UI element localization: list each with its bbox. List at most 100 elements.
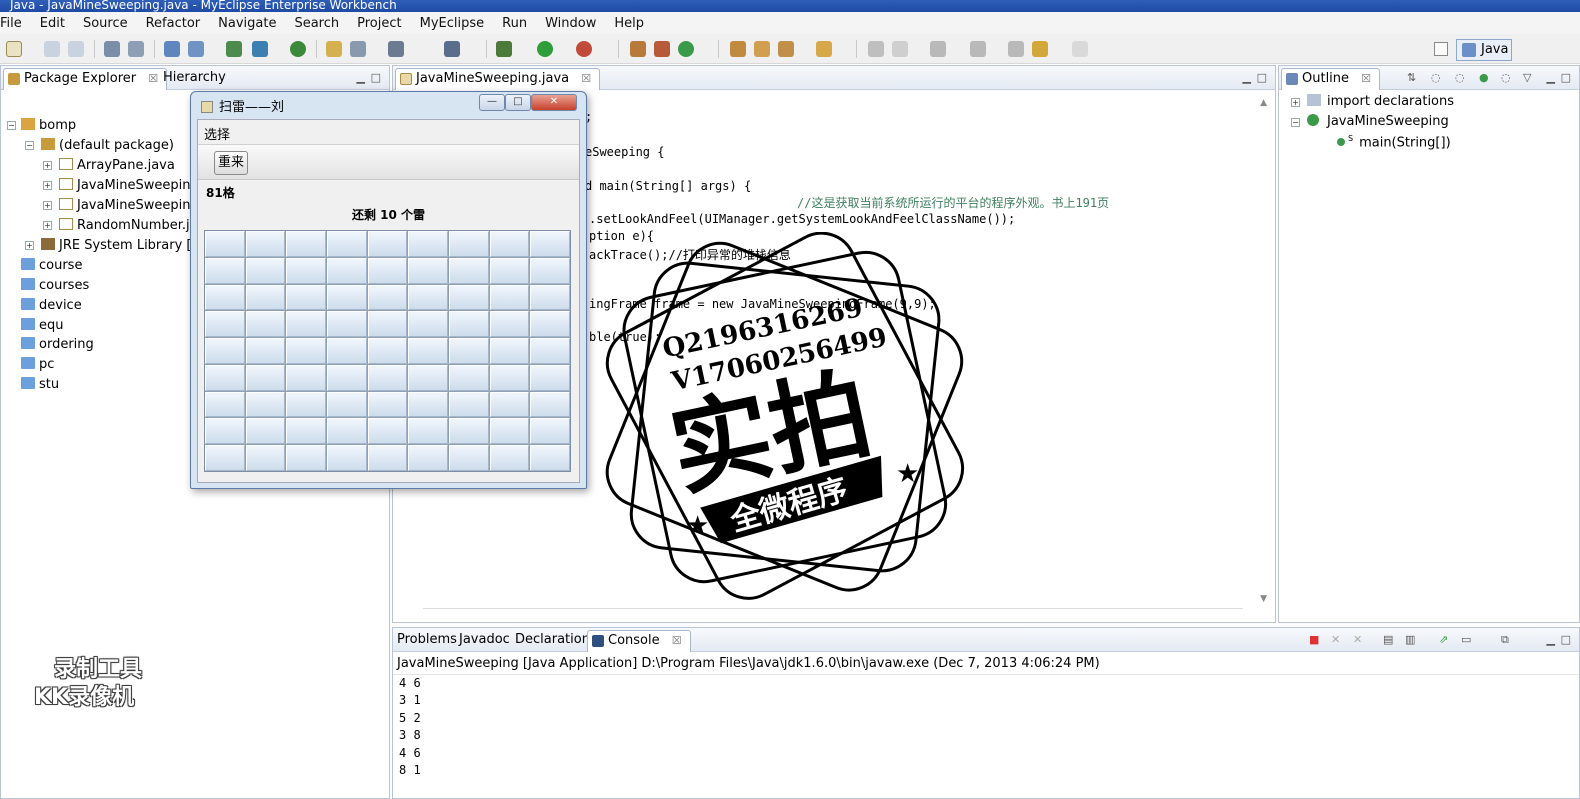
mine-cell[interactable] [367,445,408,471]
mine-cell[interactable] [245,418,286,445]
mine-cell[interactable] [245,284,286,311]
editor-horizontal-scrollbar[interactable] [423,608,1243,618]
mine-cell[interactable] [449,364,489,391]
pin-console-icon[interactable]: ⇗ [1439,633,1448,646]
mine-cell[interactable] [367,418,408,445]
tree-project-pc[interactable]: pc [21,357,54,373]
mine-cell[interactable] [408,445,448,471]
back-icon[interactable] [1032,41,1048,57]
mine-cell[interactable] [327,338,367,364]
mine-cell[interactable] [489,338,530,364]
mine-cell[interactable] [530,445,570,471]
mine-cell[interactable] [367,284,408,311]
mine-cell[interactable] [367,391,408,418]
tree-project-course[interactable]: course [21,258,82,274]
menu-refactor[interactable]: Refactor [137,16,210,31]
java-perspective-button[interactable]: Java [1456,39,1512,61]
mine-cell[interactable] [286,391,326,418]
mine-cell[interactable] [205,311,245,338]
forward-icon[interactable] [1072,41,1088,57]
mine-cell[interactable] [530,231,570,257]
mine-cell[interactable] [408,364,448,391]
mine-cell[interactable] [408,391,448,418]
sort-icon[interactable]: ⇅ [1407,71,1416,84]
refresh-icon[interactable] [350,41,366,57]
open-task-icon[interactable] [754,41,770,57]
mine-cell[interactable] [530,364,570,391]
scroll-up-icon[interactable]: ▲ [1260,98,1267,108]
mine-cell[interactable] [327,445,367,471]
new-icon[interactable] [6,41,22,57]
mine-cell[interactable] [408,338,448,364]
close-icon[interactable]: ☒ [581,72,591,85]
mine-cell[interactable] [367,231,408,257]
search-icon[interactable] [778,41,794,57]
maximize-icon[interactable]: □ [1561,633,1571,646]
minesweeper-title-bar[interactable]: 扫雷——刘 [201,96,284,115]
tree-project-courses[interactable]: courses [21,278,89,294]
last-edit-icon[interactable] [1008,41,1024,57]
mine-cell[interactable] [489,311,530,338]
deploy-icon[interactable] [164,41,180,57]
open-folder-2-icon[interactable] [816,41,832,57]
outline-item-imports[interactable]: import declarations [1307,94,1454,109]
mine-cell[interactable] [245,391,286,418]
tree-project-bomp[interactable]: bomp [21,118,76,134]
expand-icon[interactable]: + [43,181,52,190]
minimize-icon[interactable]: ▁ [1243,71,1251,84]
debug-icon[interactable] [496,41,512,57]
menu-search[interactable]: Search [285,16,348,31]
mine-cell[interactable] [327,231,367,257]
mine-cell[interactable] [245,338,286,364]
edit-icon[interactable] [868,41,884,57]
mine-cell[interactable] [367,257,408,284]
view-menu-icon[interactable]: ▽ [1523,71,1531,84]
open-folder-icon[interactable] [326,41,342,57]
tree-file-randomnumber[interactable]: RandomNumber.ja [59,218,198,234]
expand-icon[interactable]: + [43,161,52,170]
mine-cell[interactable] [327,284,367,311]
menu-edit[interactable]: Edit [31,16,74,31]
menu-project[interactable]: Project [348,16,410,31]
minimize-button[interactable]: — [479,94,505,111]
web-project-icon[interactable] [226,41,242,57]
outline-item-class[interactable]: JavaMineSweeping [1307,114,1449,129]
remove-all-icon[interactable]: ✕ [1353,633,1362,646]
tab-javadoc[interactable]: Javadoc [455,630,518,652]
mine-cell[interactable] [408,284,448,311]
code-line[interactable]: .setLookAndFeel(UIManager.getSystemLookA… [589,212,1015,226]
terminate-icon[interactable]: ■ [1309,633,1319,646]
maximize-icon[interactable]: □ [1561,71,1571,84]
tree-project-equ[interactable]: equ [21,318,64,334]
mine-cell[interactable] [449,338,489,364]
mine-cell[interactable] [367,311,408,338]
tree-default-package[interactable]: (default package) [41,138,174,154]
mine-cell[interactable] [489,364,530,391]
mine-cell[interactable] [205,445,245,471]
close-icon[interactable]: ☒ [672,634,682,647]
code-line[interactable]: eSweeping { [585,145,664,159]
close-button[interactable]: ✕ [531,94,577,111]
open-perspective-icon[interactable] [1434,42,1448,56]
mine-cell[interactable] [245,445,286,471]
mine-cell[interactable] [327,311,367,338]
mine-cell[interactable] [245,231,286,257]
maximize-button[interactable]: □ [505,94,531,111]
maximize-icon[interactable]: □ [371,71,381,84]
mine-cell[interactable] [530,311,570,338]
toggle-icon[interactable] [892,41,908,57]
tab-declaration[interactable]: Declaration [511,630,598,652]
mine-cell[interactable] [205,364,245,391]
menu-navigate[interactable]: Navigate [209,16,285,31]
mine-cell[interactable] [205,257,245,284]
tab-javaminesweeping-java[interactable]: JavaMineSweeping.java ☒ [395,68,601,90]
mine-cell[interactable] [286,284,326,311]
mine-cell[interactable] [367,364,408,391]
mine-cell[interactable] [245,311,286,338]
menu-source[interactable]: Source [74,16,137,31]
next-annotation-icon[interactable] [930,41,946,57]
tree-file-javaminesweeping[interactable]: JavaMineSweeping [59,178,199,194]
remove-launch-icon[interactable]: ✕ [1331,633,1340,646]
open-console-icon[interactable]: ⧉ [1501,633,1509,647]
mine-cell[interactable] [286,445,326,471]
